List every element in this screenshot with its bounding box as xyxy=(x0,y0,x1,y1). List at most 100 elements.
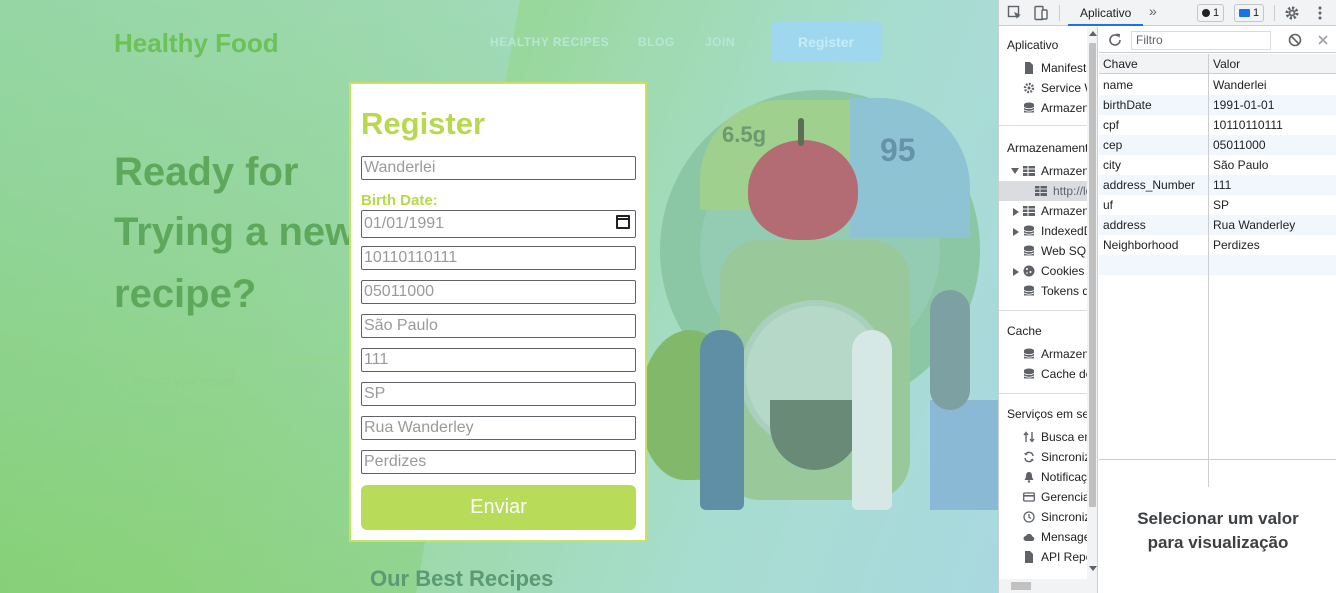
row-value: Wanderlei xyxy=(1213,78,1267,92)
sidebar-item-back-forward-cache[interactable]: Cache de ida e volta xyxy=(999,364,1087,384)
filter-input[interactable]: Filtro xyxy=(1131,31,1271,50)
cep-input[interactable]: 05011000 xyxy=(361,280,636,304)
site-logo[interactable]: Healthy Food xyxy=(114,28,279,59)
nav-blog[interactable]: BLOG xyxy=(638,35,675,49)
sync-icon xyxy=(1024,451,1034,463)
table-icon xyxy=(1023,206,1035,216)
up-down-arrows-icon xyxy=(1023,431,1035,443)
collapsed-arrow-icon[interactable] xyxy=(1013,268,1019,276)
table-row[interactable]: name Wanderlei xyxy=(1099,75,1336,95)
table-row[interactable]: Neighborhood Perdizes xyxy=(1099,235,1336,255)
sidebar-item-label: Service Workers xyxy=(1041,81,1087,95)
collapsed-arrow-icon[interactable] xyxy=(1013,208,1019,216)
more-tabs-icon[interactable]: » xyxy=(1149,3,1157,19)
row-key: city xyxy=(1103,158,1121,172)
address-input[interactable]: Rua Wanderley xyxy=(361,416,636,440)
sidebar-item-label: http://localhost:3000 xyxy=(1053,184,1087,198)
messages-badge[interactable]: 1 xyxy=(1234,4,1265,22)
table-row[interactable]: cep 05011000 xyxy=(1099,135,1336,155)
divider xyxy=(1059,5,1060,21)
inspect-element-icon[interactable] xyxy=(1007,5,1023,21)
clock-icon xyxy=(1023,511,1035,523)
sidebar-item-cookies[interactable]: Cookies xyxy=(999,261,1087,281)
database-icon xyxy=(1023,368,1035,379)
column-key[interactable]: Chave xyxy=(1103,57,1138,71)
settings-gear-icon[interactable] xyxy=(1284,5,1300,21)
sidebar-item-manifest[interactable]: Manifesto xyxy=(999,58,1087,78)
birth-date-label: Birth Date: xyxy=(361,192,438,209)
sidebar-item-periodic-sync[interactable]: Sincronização periódica xyxy=(999,507,1087,527)
cpf-input[interactable]: 10110110111 xyxy=(361,246,636,270)
sidebar-item-label: Notificações xyxy=(1041,470,1087,484)
sidebar-item-cache-storage[interactable]: Armazenamento em cache xyxy=(999,344,1087,364)
sidebar-item-indexeddb[interactable]: IndexedDB xyxy=(999,221,1087,241)
document-icon xyxy=(1025,551,1033,563)
table-row[interactable]: address_Number 111 xyxy=(1099,175,1336,195)
database-icon xyxy=(1023,348,1035,359)
site-register-button[interactable]: Register xyxy=(771,22,881,62)
table-row[interactable]: address Rua Wanderley xyxy=(1099,215,1336,235)
section-application: Aplicativo xyxy=(1007,38,1059,52)
tab-application[interactable]: Aplicativo xyxy=(1068,0,1144,26)
birth-date-value: 01/01/1991 xyxy=(364,215,445,232)
sidebar-vertical-scrollbar[interactable] xyxy=(1087,27,1097,593)
name-input[interactable]: Wanderlei xyxy=(361,156,636,180)
scroll-down-arrow-icon[interactable] xyxy=(1089,566,1097,571)
submit-button[interactable]: Enviar xyxy=(361,485,636,530)
expanded-arrow-icon[interactable] xyxy=(1011,168,1019,174)
sidebar-item-notifications[interactable]: Notificações xyxy=(999,467,1087,487)
recipes-section-title: Our Best Recipes xyxy=(370,566,554,591)
table-row[interactable] xyxy=(1099,255,1336,275)
clear-all-icon[interactable] xyxy=(1287,32,1303,48)
sidebar-item-service-workers[interactable]: Service Workers xyxy=(999,78,1087,98)
sidebar-item-trust-tokens[interactable]: Tokens de confiança xyxy=(999,281,1087,301)
delete-selected-icon[interactable] xyxy=(1315,32,1331,48)
more-options-icon[interactable] xyxy=(1312,5,1328,21)
sidebar-item-storage[interactable]: Armazenamento xyxy=(999,98,1087,118)
sidebar-item-label: Armazenamento de sessão xyxy=(1041,204,1087,218)
collapsed-arrow-icon[interactable] xyxy=(1013,228,1019,236)
birth-date-input[interactable]: 01/01/1991 xyxy=(361,210,636,238)
device-toolbar-icon[interactable] xyxy=(1033,5,1049,21)
illustration-person xyxy=(852,330,892,510)
nav-healthy-recipes[interactable]: HEALTHY RECIPES xyxy=(490,35,609,49)
column-value[interactable]: Valor xyxy=(1213,57,1240,71)
sidebar-item-label: IndexedDB xyxy=(1041,224,1087,238)
sidebar-item-push-messaging[interactable]: Mensagens push xyxy=(999,527,1087,547)
table-row[interactable]: city São Paulo xyxy=(1099,155,1336,175)
refresh-icon[interactable] xyxy=(1107,32,1123,48)
hero-line-1: Ready for xyxy=(114,150,299,194)
divider xyxy=(999,125,1087,126)
sidebar-item-payment-handler[interactable]: Gerenciador de pagamentos xyxy=(999,487,1087,507)
row-value: 05011000 xyxy=(1213,138,1266,152)
sidebar-item-local-storage[interactable]: Armazenamento local xyxy=(999,161,1087,181)
city-input[interactable]: São Paulo xyxy=(361,314,636,338)
nav-join[interactable]: JOIN xyxy=(705,35,735,49)
sidebar-item-background-sync[interactable]: Sincronização em segundo plano xyxy=(999,447,1087,467)
sidebar-horizontal-scrollbar[interactable] xyxy=(999,579,1087,593)
scroll-up-arrow-icon[interactable] xyxy=(1089,31,1097,36)
row-value: SP xyxy=(1213,198,1230,212)
message-count: 1 xyxy=(1253,7,1260,19)
sidebar-item-web-sql[interactable]: Web SQL xyxy=(999,241,1087,261)
divider xyxy=(1099,459,1336,460)
sidebar-item-label: Armazenamento xyxy=(1041,101,1087,115)
sidebar-item-localhost[interactable]: http://localhost:3000 xyxy=(999,181,1087,201)
scrollbar-thumb[interactable] xyxy=(1011,582,1031,590)
row-key: birthDate xyxy=(1103,98,1152,112)
sidebar-item-background-fetch[interactable]: Busca em segundo plano xyxy=(999,427,1087,447)
address-number-input[interactable]: 111 xyxy=(361,348,636,372)
table-row[interactable]: cpf 10110110111 xyxy=(1099,115,1336,135)
sidebar-item-reporting-api[interactable]: API Reporting xyxy=(999,547,1087,567)
uf-input[interactable]: SP xyxy=(361,382,636,406)
credit-card-icon xyxy=(1023,492,1035,502)
storage-view: Filtro Chave Valor name Wanderlei birthDat… xyxy=(1099,27,1336,593)
sidebar-item-session-storage[interactable]: Armazenamento de sessão xyxy=(999,201,1087,221)
neighborhood-input[interactable]: Perdizes xyxy=(361,450,636,474)
table-row[interactable]: birthDate 1991-01-01 xyxy=(1099,95,1336,115)
row-value: 1991-01-01 xyxy=(1213,98,1275,112)
errors-badge[interactable]: 1 xyxy=(1197,4,1225,22)
calendar-icon[interactable] xyxy=(616,215,630,229)
table-row[interactable]: uf SP xyxy=(1099,195,1336,215)
scrollbar-thumb[interactable] xyxy=(1089,43,1096,507)
